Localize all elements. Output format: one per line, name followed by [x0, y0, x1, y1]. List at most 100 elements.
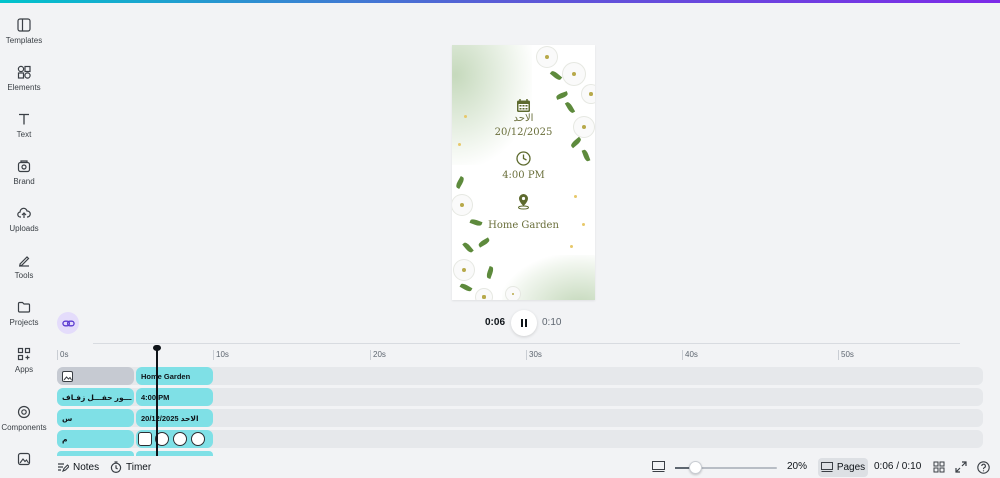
page-view-button[interactable] [652, 461, 665, 473]
leaf-decoration [485, 266, 495, 279]
clock-icon [191, 432, 205, 446]
clock-icon [516, 151, 531, 171]
ruler-label: 30s [529, 350, 542, 359]
sidebar-item-brand[interactable]: Brand [0, 159, 48, 186]
sidebar-item-label: Tools [14, 271, 34, 280]
ruler-label: 10s [216, 350, 229, 359]
ruler-tick [213, 350, 214, 360]
flower-decoration [582, 85, 595, 103]
leaf-decoration [477, 237, 491, 248]
clock-icon [173, 432, 187, 446]
magic-media-icon [17, 452, 31, 466]
timer-icon [110, 461, 122, 473]
ruler-label: 20s [373, 350, 386, 359]
leaf-decoration [549, 69, 563, 82]
sidebar-item-label: Apps [14, 365, 34, 374]
flower-decoration [454, 260, 474, 280]
projects-icon [17, 301, 31, 313]
brand-icon [17, 160, 31, 173]
location-pin-icon [516, 193, 531, 215]
sidebar-item-label: Components [1, 423, 47, 432]
pages-icon [820, 462, 833, 472]
time-readout: 0:06 / 0:10 [874, 461, 922, 472]
timeline-clip[interactable]: م [57, 430, 134, 448]
flower-decoration [563, 63, 585, 85]
gold-speck [570, 245, 573, 248]
leaf-decoration [569, 136, 583, 149]
current-time: 0:06 [485, 317, 506, 328]
link-icon [61, 320, 75, 326]
templates-icon [17, 18, 31, 32]
sidebar-item-apps[interactable]: Apps [0, 347, 48, 374]
notes-button[interactable]: Notes [57, 461, 99, 473]
timer-label: Timer [126, 461, 152, 473]
card-day[interactable]: الاحد [452, 113, 595, 124]
leaf-decoration [564, 101, 576, 114]
pause-button[interactable] [511, 310, 537, 336]
sidebar-item-label: Projects [9, 318, 39, 327]
pause-icon [521, 319, 527, 327]
timeline-clip[interactable]: 4:00 PM [136, 388, 213, 406]
ruler-label: 50s [841, 350, 854, 359]
card-location[interactable]: Home Garden [452, 220, 595, 231]
image-icon [62, 370, 73, 382]
leaf-decoration [555, 91, 569, 100]
link-button[interactable] [57, 312, 79, 334]
playhead[interactable] [156, 348, 158, 456]
gold-speck [458, 143, 461, 146]
sidebar-item-uploads[interactable]: Uploads [0, 206, 48, 233]
notes-label: Notes [73, 461, 100, 473]
tools-icon [19, 256, 30, 267]
sidebar-item-label: Uploads [9, 224, 39, 233]
ruler-tick [838, 350, 839, 360]
notes-icon [58, 463, 69, 472]
pages-label: Pages [836, 462, 866, 473]
help-icon [977, 461, 990, 474]
zoom-slider-thumb[interactable] [689, 461, 702, 474]
card-time[interactable]: 4:00 PM [452, 170, 595, 181]
sidebar-item-text[interactable]: Text [0, 112, 48, 139]
sidebar-item-label: Elements [7, 83, 41, 92]
sidebar-item-magic-media[interactable] [0, 452, 48, 466]
leaf-decoration [581, 149, 591, 162]
timeline-clip[interactable]: ـــور حفـــل زفـاف [57, 388, 134, 406]
image-icon [138, 432, 152, 446]
bottom-toolbar: Notes Timer 20% Pages 0:06 / 0:10 [48, 456, 1000, 478]
help-button[interactable] [977, 461, 990, 474]
card-date[interactable]: 20/12/2025 [452, 127, 595, 138]
timeline-clip[interactable]: Home Garden [136, 367, 213, 385]
total-time: 0:10 [542, 317, 562, 328]
ruler-tick [370, 350, 371, 360]
fullscreen-button[interactable] [955, 461, 967, 473]
gold-speck [574, 195, 577, 198]
sidebar-item-label: Text [16, 130, 32, 139]
design-canvas[interactable]: الاحد 20/12/2025 4:00 PM Home Garden [452, 45, 595, 300]
sidebar-item-tools[interactable]: Tools [0, 253, 48, 280]
ruler-tick [526, 350, 527, 360]
sidebar-item-projects[interactable]: Projects [0, 300, 48, 327]
grid-view-button[interactable] [933, 461, 945, 473]
zoom-level[interactable]: 20% [787, 461, 807, 472]
flower-decoration [506, 287, 520, 300]
timer-button[interactable]: Timer [110, 461, 151, 473]
pages-button[interactable]: Pages [818, 458, 868, 477]
timeline-clip[interactable]: س [57, 409, 134, 427]
uploads-icon [17, 207, 31, 218]
leaf-decoration [462, 241, 474, 254]
flower-decoration [537, 47, 557, 67]
grid-icon [933, 461, 945, 473]
sidebar-item-label: Brand [13, 177, 35, 186]
timeline-clip[interactable] [57, 367, 134, 385]
text-icon [19, 113, 29, 125]
sidebar-item-components[interactable]: Components [0, 405, 48, 432]
ruler-tick [57, 350, 58, 360]
ruler-label: 40s [685, 350, 698, 359]
sidebar-item-elements[interactable]: Elements [0, 65, 48, 92]
top-accent-bar [0, 0, 1000, 3]
components-icon [17, 405, 31, 419]
timeline-clip[interactable]: 20/12/2025 الاحد [136, 409, 213, 427]
timeline-divider [93, 343, 960, 344]
apps-icon [17, 347, 31, 361]
sidebar-item-templates[interactable]: Templates [0, 18, 48, 45]
sidebar-item-label: Templates [5, 36, 43, 45]
